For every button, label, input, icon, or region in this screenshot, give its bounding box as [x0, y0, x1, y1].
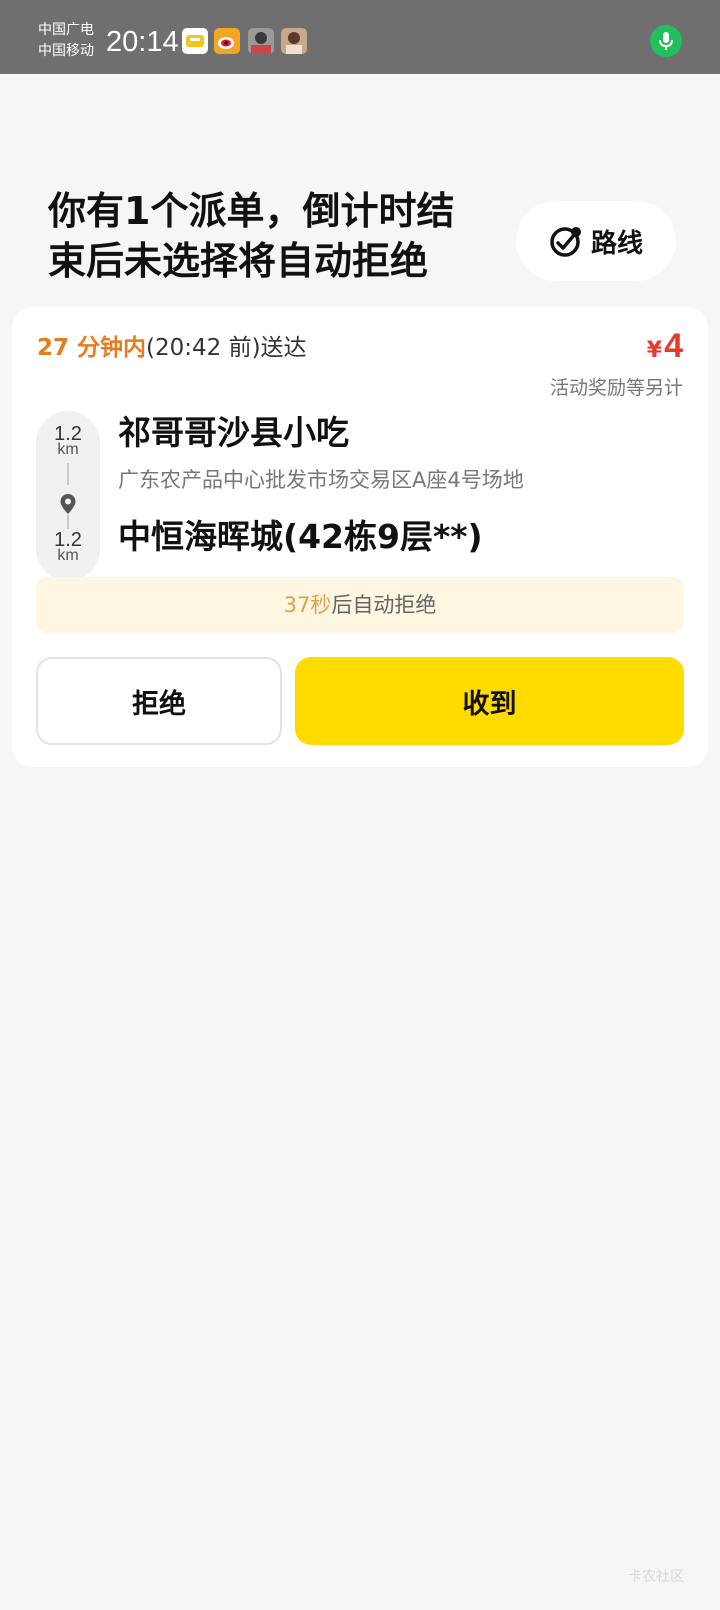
route-line — [67, 515, 69, 529]
status-bar: 中国广电 中国移动 20:14 — [0, 0, 720, 74]
carrier-info: 中国广电 中国移动 — [38, 20, 94, 62]
route-button[interactable]: 路线 — [516, 201, 676, 281]
carrier-2: 中国移动 — [38, 43, 94, 59]
store-name: 祁哥哥沙县小吃 — [118, 413, 349, 452]
watermark: 卡农社区 — [628, 1569, 684, 1585]
destination-address: 中恒海晖城(42栋9层**) — [118, 517, 483, 556]
price-note: 活动奖励等另计 — [549, 377, 683, 399]
microphone-icon[interactable] — [650, 25, 682, 57]
countdown-seconds: 37秒 — [283, 593, 332, 617]
price-amount: 4 — [664, 327, 683, 365]
accept-button[interactable]: 收到 — [295, 657, 684, 745]
weibo-notification-icon — [214, 28, 240, 54]
avatar-notification-icon — [248, 28, 274, 54]
route-icon — [550, 227, 581, 257]
avatar-notification-icon — [281, 28, 307, 54]
delivery-eta: 27 分钟内(20:42 前)送达 — [37, 331, 307, 365]
carrier-1: 中国广电 — [38, 22, 94, 38]
order-card[interactable]: 27 分钟内(20:42 前)送达 ¥ 4 活动奖励等另计 1.2 km 1.2… — [12, 307, 708, 767]
store-address: 广东农产品中心批发市场交易区A座4号场地 — [118, 468, 524, 492]
reject-button[interactable]: 拒绝 — [36, 657, 282, 745]
eta-detail: (20:42 前)送达 — [146, 335, 307, 361]
order-price: ¥ 4 — [647, 327, 683, 366]
pickup-distance: 1.2 km — [54, 423, 82, 458]
app-notification-icon — [182, 28, 208, 54]
eta-highlight: 27 分钟内 — [37, 335, 147, 361]
status-time: 20:14 — [106, 26, 179, 58]
auto-reject-countdown: 37秒后自动拒绝 — [36, 577, 684, 633]
location-pin-icon — [60, 494, 76, 514]
countdown-text: 后自动拒绝 — [331, 593, 437, 617]
route-line — [67, 463, 69, 485]
route-button-label: 路线 — [590, 228, 643, 259]
dropoff-distance: 1.2 km — [54, 529, 82, 564]
distance-indicator: 1.2 km 1.2 km — [36, 411, 100, 581]
price-currency: ¥ — [646, 338, 663, 363]
order-dispatch-message: 你有1个派单，倒计时结束后未选择将自动拒绝 — [48, 189, 455, 283]
